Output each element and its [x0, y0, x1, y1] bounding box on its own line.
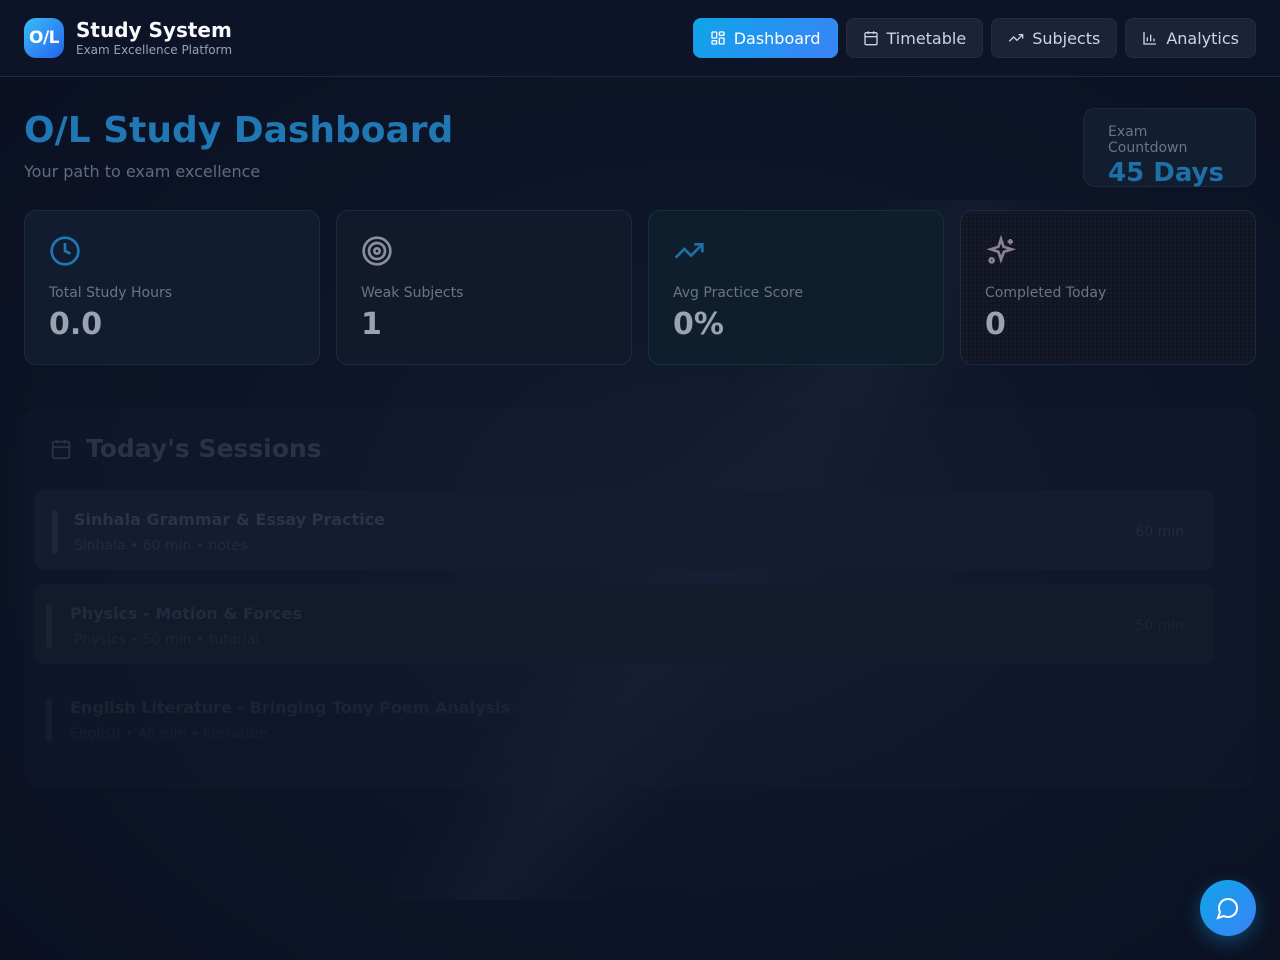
clock-icon [50, 236, 80, 266]
session-color-bar [46, 698, 52, 742]
countdown-label: Exam Countdown [1108, 124, 1188, 156]
chat-fab-button[interactable] [1200, 880, 1256, 936]
nav-dashboard-button[interactable]: Dashboard [692, 18, 838, 58]
trending-up-icon [1009, 34, 1024, 42]
stat-card-weak-subjects: Weak Subjects 1 [336, 210, 632, 365]
nav-analytics-label: Analytics [1166, 28, 1239, 48]
nav-timetable-label: Timetable [886, 28, 967, 48]
nav-dashboard-label: Dashboard [733, 28, 821, 48]
app-subtitle: Exam Excellence Platform [76, 43, 233, 57]
countdown-value: 45 Days [1108, 158, 1224, 188]
stat-label: Total Study Hours [49, 285, 173, 301]
trending-up-icon [674, 243, 704, 259]
stat-label: Weak Subjects [361, 285, 464, 301]
stat-card-practice-score: Avg Practice Score 0% [648, 210, 944, 365]
stat-label: Avg Practice Score [673, 285, 803, 301]
page-subtitle: Your path to exam excellence [24, 162, 261, 181]
calendar-icon [863, 31, 878, 46]
session-meta: Physics • 50 min • tutorial [74, 632, 260, 648]
bar-chart-icon [1143, 32, 1157, 45]
session-duration: 50 min [1135, 618, 1184, 634]
top-navigation-bar: O/L Study System Exam Excellence Platfor… [0, 0, 1280, 77]
main-nav: Dashboard Timetable Subjects Analytics [692, 18, 1256, 58]
stat-value: 0% [673, 307, 724, 342]
nav-subjects-label: Subjects [1032, 28, 1101, 48]
session-meta: Sinhala • 60 min • notes [74, 538, 248, 554]
stat-value: 0 [985, 307, 1006, 342]
calendar-icon [51, 439, 71, 459]
session-item[interactable]: Sinhala Grammar & Essay Practice Sinhala… [34, 490, 1214, 570]
page-title: O/L Study Dashboard [24, 110, 454, 151]
sparkles-icon [986, 234, 1017, 264]
session-title: Physics - Motion & Forces [70, 604, 302, 623]
target-icon [362, 236, 392, 266]
session-title: English Literature - Bringing Tony Poem … [70, 698, 510, 717]
grid-icon [711, 31, 725, 45]
session-color-bar [46, 604, 52, 648]
nav-timetable-button[interactable]: Timetable [845, 18, 984, 58]
nav-analytics-button[interactable]: Analytics [1125, 18, 1256, 58]
stat-value: 0.0 [49, 307, 103, 342]
sessions-title: Today's Sessions [86, 434, 322, 463]
brand[interactable]: O/L Study System Exam Excellence Platfor… [24, 18, 232, 58]
todays-sessions-card: Today's Sessions Sinhala Grammar & Essay… [24, 408, 1256, 788]
nav-subjects-button[interactable]: Subjects [991, 18, 1118, 58]
session-item[interactable]: English Literature - Bringing Tony Poem … [34, 678, 1214, 758]
session-title: Sinhala Grammar & Essay Practice [74, 510, 386, 529]
sessions-heading: Today's Sessions [50, 434, 322, 463]
app-title: Study System [76, 18, 232, 42]
session-meta: English • 45 min • literature [70, 726, 269, 742]
exam-countdown-card: Exam Countdown 45 Days [1083, 108, 1256, 188]
stat-value: 1 [361, 307, 382, 342]
stat-card-study-hours: Total Study Hours 0.0 [24, 210, 320, 365]
stat-label: Completed Today [985, 285, 1107, 301]
app-logo: O/L [24, 18, 64, 58]
stat-card-completed-today: Completed Today 0 [960, 210, 1256, 365]
session-item[interactable]: Physics - Motion & Forces Physics • 50 m… [34, 584, 1214, 664]
session-color-bar [52, 510, 58, 554]
session-duration: 60 min [1135, 524, 1184, 540]
chat-icon [1216, 898, 1238, 920]
